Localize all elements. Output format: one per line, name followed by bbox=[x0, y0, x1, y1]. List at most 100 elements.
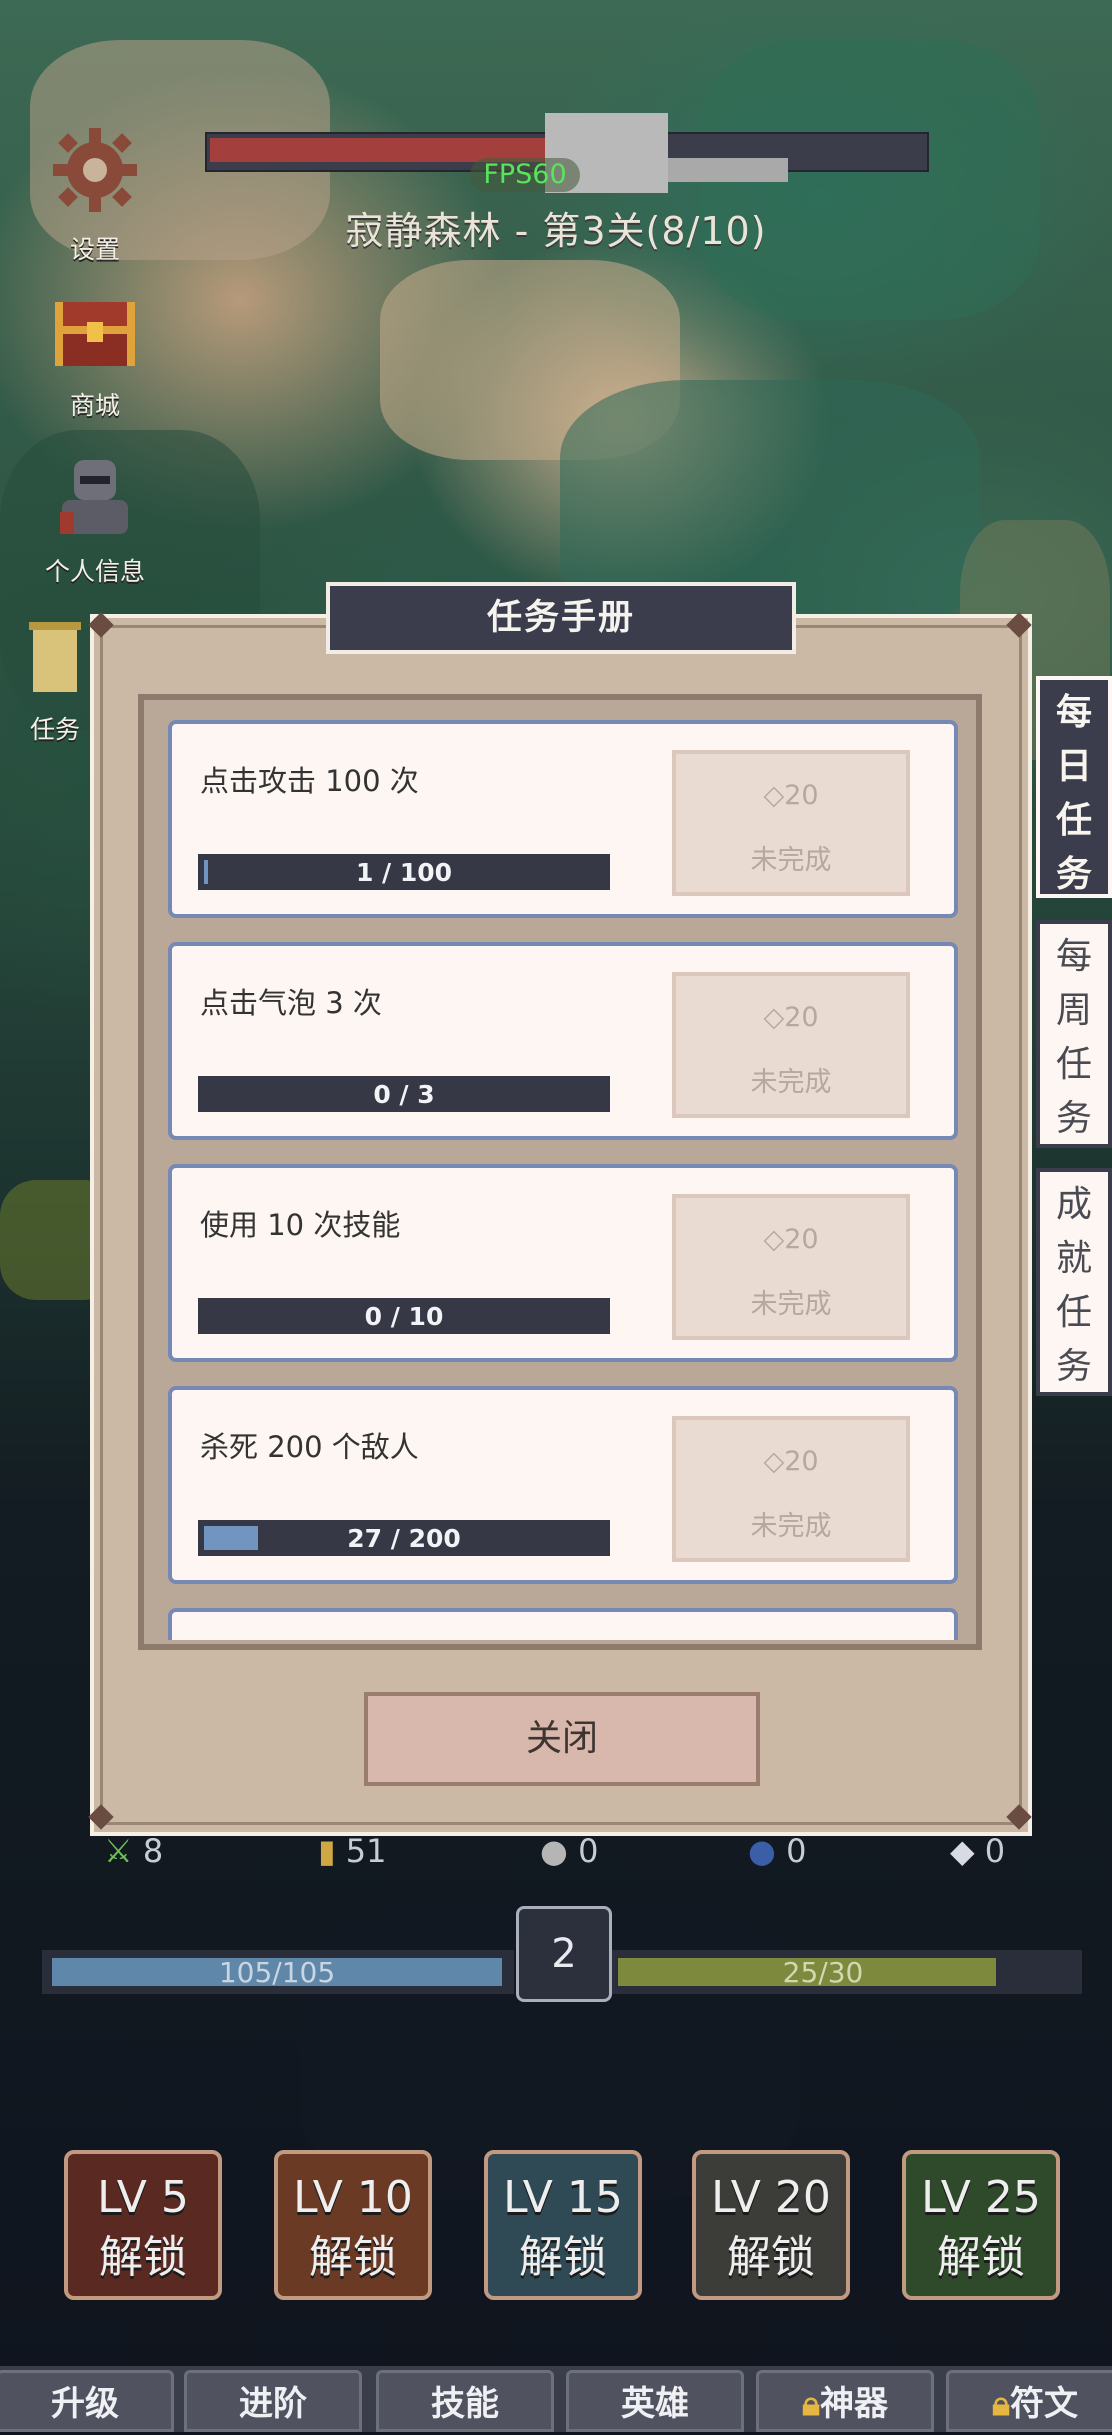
settings-button[interactable]: 设置 bbox=[20, 124, 170, 266]
scroll-icon: ▮ bbox=[318, 1832, 336, 1870]
skill-status: 解锁 bbox=[309, 2232, 397, 2283]
resource-value: 51 bbox=[345, 1832, 387, 1870]
task-card: 使用 10 次技能 0 / 10 ◇20 未完成 bbox=[168, 1164, 958, 1362]
task-claim-button[interactable]: ◇20 未完成 bbox=[672, 750, 910, 896]
resource-value: 8 bbox=[142, 1832, 164, 1870]
skill-status: 解锁 bbox=[99, 2232, 187, 2283]
tab-heroes[interactable]: 英雄 bbox=[566, 2370, 744, 2432]
diamond-icon: ◇ bbox=[763, 780, 785, 811]
skill-status: 解锁 bbox=[519, 2232, 607, 2283]
tab-achievement-tasks[interactable]: 成就任务 bbox=[1036, 1168, 1112, 1396]
tab-upgrade[interactable]: 升级 bbox=[0, 2370, 174, 2432]
task-claim-button[interactable]: ◇20 未完成 bbox=[672, 1194, 910, 1340]
reward-amount: 20 bbox=[784, 1446, 819, 1477]
task-progress-text: 0 / 3 bbox=[373, 1080, 435, 1109]
tab-label: 英雄 bbox=[621, 2384, 689, 2424]
task-list[interactable]: 点击攻击 100 次 1 / 100 ◇20 未完成 点击气泡 3 次 0 / … bbox=[150, 704, 970, 1640]
skill-slot-4[interactable]: LV 20 解锁 bbox=[692, 2150, 850, 2300]
task-card-partial bbox=[168, 1608, 958, 1640]
task-progress-text: 0 / 10 bbox=[364, 1302, 444, 1331]
skill-slot-2[interactable]: LV 10 解锁 bbox=[274, 2150, 432, 2300]
tab-label: 进阶 bbox=[239, 2384, 307, 2424]
resource-value: 0 bbox=[984, 1832, 1006, 1870]
fps-counter: FPS60 bbox=[470, 158, 580, 192]
skill-slot-1[interactable]: LV 5 解锁 bbox=[64, 2150, 222, 2300]
dialog-title: 任务手册 bbox=[326, 582, 796, 654]
task-card: 杀死 200 个敌人 27 / 200 ◇20 未完成 bbox=[168, 1386, 958, 1584]
tab-runes[interactable]: 🔒︎符文 bbox=[946, 2370, 1112, 2432]
tab-skills[interactable]: 技能 bbox=[376, 2370, 554, 2432]
gear-icon bbox=[20, 124, 170, 222]
close-button[interactable]: 关闭 bbox=[364, 1692, 760, 1786]
task-card: 点击气泡 3 次 0 / 3 ◇20 未完成 bbox=[168, 942, 958, 1140]
skill-level: LV 20 bbox=[711, 2172, 831, 2223]
task-status: 未完成 bbox=[750, 845, 832, 876]
silver-coin-icon: ● bbox=[540, 1832, 568, 1870]
task-progress-bar: 1 / 100 bbox=[198, 854, 610, 890]
tab-label: 升级 bbox=[51, 2384, 119, 2424]
task-progress-text: 27 / 200 bbox=[347, 1524, 461, 1553]
task-claim-button[interactable]: ◇20 未完成 bbox=[672, 1416, 910, 1562]
task-title: 杀死 200 个敌人 bbox=[200, 1430, 419, 1464]
skill-level: LV 5 bbox=[97, 2172, 189, 2223]
task-status: 未完成 bbox=[750, 1289, 832, 1320]
lock-icon: 🔒︎ bbox=[801, 2384, 821, 2424]
task-progress-text: 1 / 100 bbox=[355, 858, 453, 887]
reward-amount: 20 bbox=[784, 1224, 819, 1255]
task-title: 使用 10 次技能 bbox=[200, 1208, 401, 1242]
tab-artifacts[interactable]: 🔒︎神器 bbox=[756, 2370, 934, 2432]
diamond-icon: ◆ bbox=[950, 1832, 975, 1870]
resource-value: 0 bbox=[786, 1832, 807, 1870]
resource-diamond: ◆ 0 bbox=[950, 1832, 1005, 1870]
resource-scroll: ▮ 51 bbox=[318, 1832, 387, 1870]
diamond-icon: ◇ bbox=[763, 1224, 785, 1255]
tab-label: 神器 bbox=[820, 2384, 889, 2424]
skill-level: LV 25 bbox=[921, 2172, 1041, 2223]
task-title: 点击气泡 3 次 bbox=[200, 986, 382, 1020]
skill-status: 解锁 bbox=[937, 2232, 1025, 2283]
tab-weekly-tasks[interactable]: 每周任务 bbox=[1036, 920, 1112, 1148]
profile-label: 个人信息 bbox=[44, 557, 145, 586]
skill-slot-5[interactable]: LV 25 解锁 bbox=[902, 2150, 1060, 2300]
tab-label: 符文 bbox=[1010, 2384, 1079, 2424]
resource-value: 0 bbox=[578, 1832, 599, 1870]
resource-sword: ⚔ 8 bbox=[104, 1832, 163, 1870]
task-status: 未完成 bbox=[750, 1511, 832, 1542]
task-progress-bar: 0 / 10 bbox=[198, 1298, 610, 1334]
task-card: 点击攻击 100 次 1 / 100 ◇20 未完成 bbox=[168, 720, 958, 918]
profile-button[interactable]: 个人信息 bbox=[20, 456, 170, 588]
resource-orb: ● 0 bbox=[748, 1832, 806, 1870]
reward-amount: 20 bbox=[784, 780, 819, 811]
shop-label: 商城 bbox=[69, 391, 120, 420]
tab-daily-tasks[interactable]: 每日任务 bbox=[1036, 676, 1112, 898]
lock-icon: 🔒︎ bbox=[991, 2384, 1011, 2424]
task-progress-bar: 0 / 3 bbox=[198, 1076, 610, 1112]
skill-level: LV 15 bbox=[503, 2172, 623, 2223]
task-reward: ◇20 bbox=[676, 780, 906, 811]
quest-label: 任务 bbox=[29, 715, 80, 744]
skill-level: LV 10 bbox=[293, 2172, 413, 2223]
task-title: 点击攻击 100 次 bbox=[200, 764, 419, 798]
player-level-badge: 2 bbox=[516, 1906, 612, 2002]
task-progress-bar: 27 / 200 bbox=[198, 1520, 610, 1556]
task-status: 未完成 bbox=[750, 1067, 832, 1098]
hp-bar-text: 105/105 bbox=[218, 1956, 336, 1989]
resource-silver: ● 0 bbox=[540, 1832, 598, 1870]
skill-slot-3[interactable]: LV 15 解锁 bbox=[484, 2150, 642, 2300]
exp-bar-text: 25/30 bbox=[782, 1956, 864, 1989]
task-reward: ◇20 bbox=[676, 1002, 906, 1033]
diamond-icon: ◇ bbox=[763, 1446, 785, 1477]
blue-orb-icon: ● bbox=[748, 1832, 776, 1870]
shop-button[interactable]: 商城 bbox=[20, 296, 170, 422]
treasure-chest-icon bbox=[20, 296, 170, 378]
task-claim-button[interactable]: ◇20 未完成 bbox=[672, 972, 910, 1118]
settings-label: 设置 bbox=[69, 235, 120, 264]
task-reward: ◇20 bbox=[676, 1224, 906, 1255]
skill-status: 解锁 bbox=[727, 2232, 815, 2283]
tab-label: 技能 bbox=[431, 2384, 499, 2424]
task-reward: ◇20 bbox=[676, 1446, 906, 1477]
tab-advance[interactable]: 进阶 bbox=[184, 2370, 362, 2432]
knight-avatar-icon bbox=[20, 456, 170, 544]
sword-icon: ⚔ bbox=[104, 1832, 133, 1870]
diamond-icon: ◇ bbox=[763, 1002, 785, 1033]
